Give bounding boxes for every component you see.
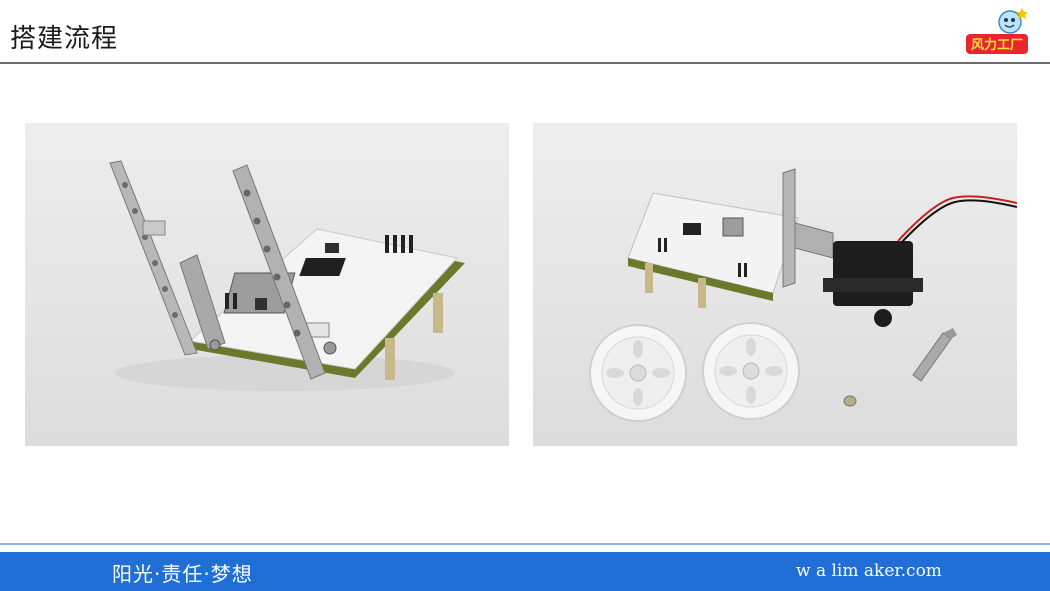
page-title: 搭建流程: [10, 24, 119, 54]
footer-divider: [0, 543, 1050, 545]
photo-assembled-board: [25, 123, 509, 446]
header-divider: [0, 62, 1050, 64]
footer-website: w a lim aker.com: [796, 561, 942, 581]
photo-parts-layout: [533, 123, 1017, 446]
brand-logo: 风力工厂: [962, 6, 1034, 58]
footer-slogan: 阳光·责任·梦想: [112, 562, 253, 586]
footer-bar: 阳光·责任·梦想 w a lim aker.com: [0, 552, 1050, 591]
svg-text:风力工厂: 风力工厂: [971, 37, 1023, 53]
